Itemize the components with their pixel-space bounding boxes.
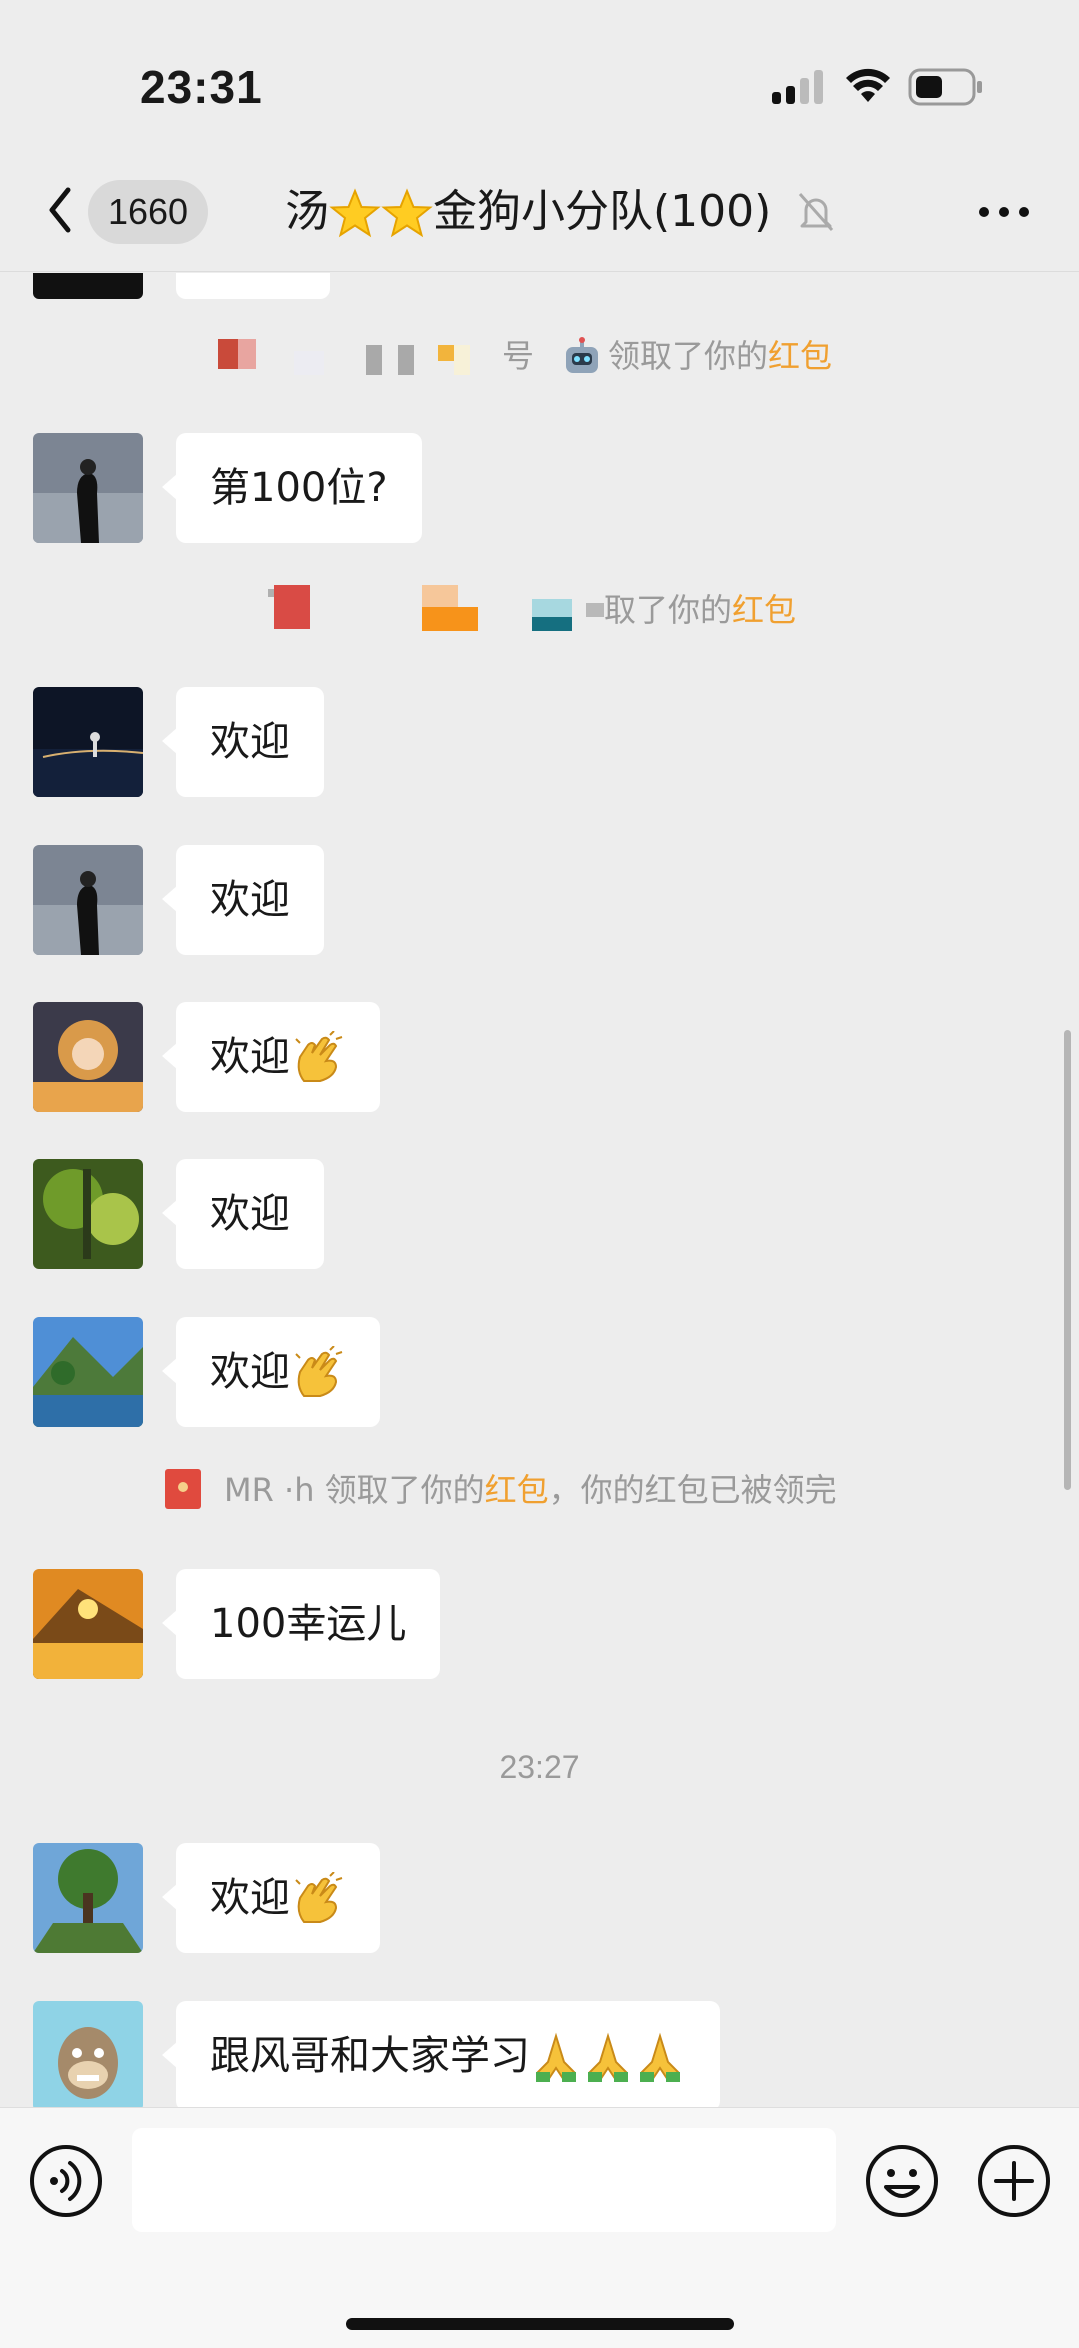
chat-title-prefix: 汤: [285, 186, 329, 237]
avatar[interactable]: [33, 687, 143, 797]
folded-hands-icon: [536, 2032, 576, 2082]
clapping-hands-icon: [295, 1872, 343, 1923]
redpack-notice-text: 领取了你的: [608, 337, 769, 375]
redpack-notice-text: 领取了你的: [324, 1471, 485, 1509]
redpack-notice: 取了你的红包: [0, 585, 1079, 635]
message-bubble[interactable]: 第100位?: [162, 433, 422, 543]
clapping-hands-icon: [295, 1031, 343, 1082]
robot-emoji-icon: [566, 337, 598, 373]
redpack-notice-suffix: 号: [502, 337, 535, 375]
chat-title[interactable]: 汤 金狗小分队(100): [285, 182, 771, 242]
redpack-finished-text: ，你的红包已被领完: [548, 1471, 837, 1509]
clapping-hands-icon: [295, 1346, 343, 1397]
folded-hands-icon: [588, 2032, 628, 2082]
bell-slash-icon: [798, 193, 834, 231]
message-bubble[interactable]: 跟风哥和大家学习: [162, 2001, 720, 2107]
redpack-link[interactable]: 红包: [485, 1471, 549, 1509]
message-input[interactable]: [132, 2128, 836, 2232]
blurred-name: [218, 339, 478, 375]
star-emoji-icon: [381, 188, 433, 238]
blurred-name: [268, 585, 604, 631]
message-bubble[interactable]: 欢迎: [162, 1159, 324, 1269]
voice-icon[interactable]: [28, 2143, 104, 2219]
avatar[interactable]: [33, 1159, 143, 1269]
redpack-link[interactable]: 红包: [732, 591, 796, 629]
message-bubble-partial[interactable]: [176, 273, 330, 299]
red-packet-icon: [165, 1469, 201, 1509]
redpack-notice-text: 取了你的: [604, 591, 733, 629]
star-emoji-icon: [329, 188, 381, 238]
avatar[interactable]: [33, 273, 143, 299]
battery-icon: [908, 68, 982, 106]
message-text: 跟风哥和大家学习: [210, 2033, 530, 2079]
avatar[interactable]: [33, 1569, 143, 1679]
message-text: 欢迎: [210, 1349, 290, 1395]
redpack-link[interactable]: 红包: [768, 337, 832, 375]
message-bubble[interactable]: 欢迎: [162, 1317, 380, 1427]
message-bubble[interactable]: 欢迎: [162, 845, 324, 955]
status-time: 23:31: [140, 61, 263, 113]
avatar[interactable]: [33, 2001, 143, 2107]
message-text: 欢迎: [210, 1875, 290, 1921]
chat-header: 1660 汤 金狗小分队(100): [0, 160, 1079, 272]
chat-message-list[interactable]: 号 领取了你的红包 第100位? 取了你的红包 欢迎 欢迎 欢迎 欢迎 欢迎 M…: [0, 273, 1079, 2107]
plus-circle-icon[interactable]: [976, 2143, 1052, 2219]
home-indicator: [346, 2318, 734, 2330]
redpack-notice: 号 领取了你的红包: [0, 331, 1079, 381]
unread-count-badge[interactable]: 1660: [88, 180, 208, 244]
signal-icon: [772, 70, 823, 104]
message-bubble[interactable]: 欢迎: [162, 1002, 380, 1112]
avatar[interactable]: [33, 1843, 143, 1953]
avatar[interactable]: [33, 1317, 143, 1427]
message-bubble[interactable]: 欢迎: [162, 687, 324, 797]
ellipsis-icon[interactable]: [978, 204, 1030, 220]
message-bubble[interactable]: 欢迎: [162, 1843, 380, 1953]
chevron-left-icon[interactable]: [40, 180, 80, 240]
time-separator: 23:27: [499, 1749, 580, 1785]
folded-hands-icon: [640, 2032, 680, 2082]
wifi-icon: [846, 68, 890, 102]
input-bar: [0, 2107, 1079, 2348]
avatar[interactable]: [33, 845, 143, 955]
message-text: 欢迎: [210, 1034, 290, 1080]
redpack-receiver: MR ·h: [224, 1471, 315, 1509]
status-bar: 23:31: [0, 0, 1079, 160]
message-bubble[interactable]: 100幸运儿: [161, 1569, 441, 1679]
redpack-notice: MR ·h 领取了你的红包，你的红包已被领完: [0, 1465, 1079, 1515]
smiley-icon[interactable]: [864, 2143, 940, 2219]
avatar[interactable]: [33, 1002, 143, 1112]
chat-title-suffix: 金狗小分队(100): [433, 186, 772, 237]
scrollbar[interactable]: [1064, 1030, 1071, 1490]
avatar[interactable]: [33, 433, 143, 543]
